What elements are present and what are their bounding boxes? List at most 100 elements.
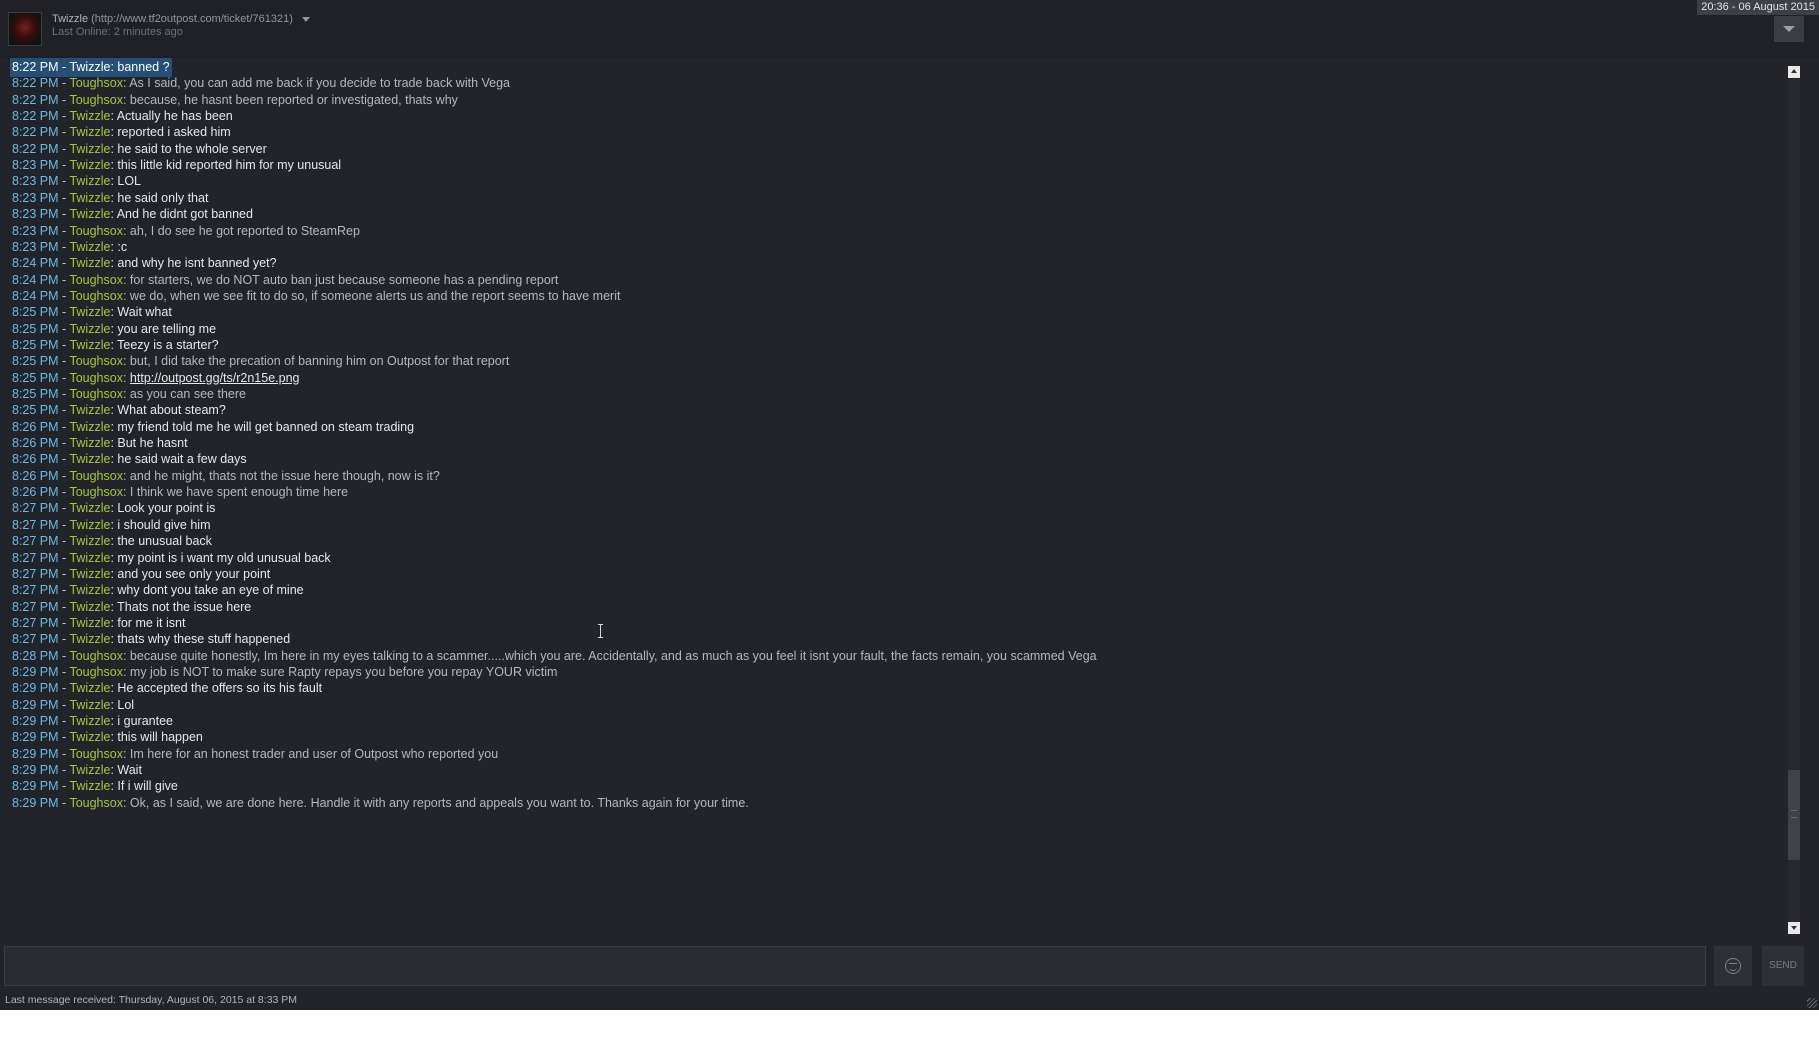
- message-timestamp: 8:28 PM: [12, 648, 59, 663]
- message-text: :: [122, 370, 130, 385]
- message-text: : as you can see there: [122, 387, 246, 401]
- message-timestamp: 8:27 PM: [12, 615, 59, 630]
- message-sender[interactable]: Twizzle: [69, 338, 110, 352]
- message-sender[interactable]: Twizzle: [69, 158, 110, 172]
- send-button[interactable]: SEND: [1762, 946, 1804, 986]
- message-sender[interactable]: Twizzle: [69, 60, 110, 74]
- message-sender[interactable]: Twizzle: [69, 616, 110, 630]
- message-sender[interactable]: Twizzle: [69, 207, 110, 221]
- scroll-thumb[interactable]: [1788, 770, 1800, 860]
- message-sender[interactable]: Twizzle: [69, 501, 110, 515]
- message-timestamp: 8:29 PM: [12, 763, 59, 778]
- message-sender[interactable]: Twizzle: [69, 632, 110, 646]
- chat-input-bar: SEND: [0, 938, 1819, 990]
- message-sender[interactable]: Twizzle: [69, 191, 110, 205]
- message-text: : because, he hasnt been reported or inv…: [122, 92, 458, 107]
- message-sender[interactable]: Twizzle: [69, 518, 110, 532]
- message-sender[interactable]: Twizzle: [69, 763, 110, 777]
- message-text: : but, I did take the precation of banni…: [122, 354, 510, 369]
- message-sender[interactable]: Twizzle: [69, 452, 110, 466]
- message-text: : for me it isnt: [110, 615, 186, 630]
- chat-log[interactable]: 8:22 PM - Twizzle: banned ? 8:22 PM - Tou…: [0, 58, 1785, 938]
- message-sender[interactable]: Twizzle: [69, 403, 110, 417]
- message-timestamp: 8:22 PM: [12, 60, 59, 74]
- message-sender[interactable]: Twizzle: [69, 305, 110, 319]
- message-timestamp: 8:23 PM: [12, 158, 59, 173]
- message-separator: -: [58, 681, 70, 696]
- message-sender[interactable]: Twizzle: [69, 730, 110, 744]
- message-sender[interactable]: Toughsox: [69, 354, 123, 368]
- message-sender[interactable]: Twizzle: [69, 583, 110, 597]
- chevron-down-icon[interactable]: [1774, 16, 1804, 42]
- message-text: : And he didnt got banned: [110, 207, 253, 222]
- message-timestamp: 8:26 PM: [12, 419, 59, 434]
- message-timestamp: 8:25 PM: [12, 387, 59, 401]
- message-text: : and he might, thats not the issue here…: [122, 468, 440, 483]
- message-sender[interactable]: Toughsox: [69, 665, 123, 679]
- message-sender[interactable]: Twizzle: [69, 600, 110, 614]
- message-sender[interactable]: Toughsox: [69, 273, 123, 287]
- message-timestamp: 8:23 PM: [12, 207, 59, 222]
- chat-message-input[interactable]: [4, 946, 1706, 986]
- message-sender[interactable]: Twizzle: [69, 420, 110, 434]
- message-separator: -: [58, 158, 70, 173]
- friend-avatar[interactable]: [8, 12, 42, 46]
- message-timestamp: 8:29 PM: [12, 697, 59, 712]
- message-separator: -: [58, 763, 70, 778]
- message-sender[interactable]: Twizzle: [69, 436, 110, 450]
- message-separator: -: [58, 566, 70, 581]
- message-timestamp: 8:23 PM: [12, 239, 59, 254]
- message-sender[interactable]: Twizzle: [69, 534, 110, 548]
- message-text: : for starters, we do NOT auto ban just …: [122, 272, 559, 287]
- message-sender[interactable]: Twizzle: [69, 322, 110, 336]
- message-sender[interactable]: Toughsox: [69, 76, 123, 90]
- scroll-down-arrow-icon[interactable]: [1788, 922, 1800, 934]
- message-separator: -: [58, 288, 70, 303]
- message-separator: -: [58, 615, 70, 630]
- message-timestamp: 8:22 PM: [12, 141, 59, 156]
- message-text: : he said only that: [110, 190, 209, 205]
- message-text: : my point is i want my old unusual back: [110, 550, 331, 565]
- message-sender[interactable]: Twizzle: [69, 567, 110, 581]
- emoticon-button[interactable]: [1714, 946, 1752, 986]
- message-timestamp: 8:22 PM: [12, 92, 59, 107]
- message-link[interactable]: http://outpost.gg/ts/r2n15e.png: [130, 371, 300, 385]
- message-sender[interactable]: Twizzle: [69, 714, 110, 728]
- friend-name[interactable]: Twizzle (http://www.tf2outpost.com/ticke…: [52, 13, 310, 25]
- message-timestamp: 8:24 PM: [12, 256, 59, 271]
- message-sender[interactable]: Toughsox: [69, 649, 123, 663]
- message-sender[interactable]: Twizzle: [69, 174, 110, 188]
- message-sender[interactable]: Toughsox: [69, 387, 123, 401]
- message-sender[interactable]: Twizzle: [69, 125, 110, 139]
- message-sender[interactable]: Toughsox: [69, 747, 123, 761]
- message-text: : why dont you take an eye of mine: [110, 583, 304, 598]
- resize-grip-icon[interactable]: [1807, 998, 1817, 1008]
- message-sender[interactable]: Toughsox: [69, 371, 123, 385]
- message-text: : i gurantee: [110, 714, 173, 728]
- message-timestamp: 8:25 PM: [12, 337, 59, 352]
- message-sender[interactable]: Toughsox: [69, 289, 123, 303]
- caret-down-icon[interactable]: [301, 16, 310, 22]
- message-timestamp: 8:29 PM: [12, 681, 59, 696]
- message-sender[interactable]: Twizzle: [69, 681, 110, 695]
- message-sender[interactable]: Toughsox: [69, 485, 123, 499]
- message-sender[interactable]: Twizzle: [69, 109, 110, 123]
- scroll-up-arrow-icon[interactable]: [1788, 66, 1800, 78]
- chat-scrollbar[interactable]: [1785, 66, 1803, 936]
- message-separator: -: [58, 583, 70, 598]
- message-sender[interactable]: Toughsox: [69, 93, 123, 107]
- message-sender[interactable]: Toughsox: [69, 224, 123, 238]
- message-sender[interactable]: Twizzle: [69, 551, 110, 565]
- message-text: : the unusual back: [110, 534, 212, 549]
- message-sender[interactable]: Twizzle: [69, 142, 110, 156]
- message-text: : Look your point is: [110, 501, 216, 516]
- message-text: : Lol: [110, 697, 135, 712]
- message-sender[interactable]: Toughsox: [69, 796, 123, 810]
- message-sender[interactable]: Toughsox: [69, 469, 123, 483]
- message-separator: -: [58, 239, 70, 254]
- message-sender[interactable]: Twizzle: [69, 256, 110, 270]
- message-text: : Wait what: [110, 305, 172, 320]
- message-sender[interactable]: Twizzle: [69, 698, 110, 712]
- message-sender[interactable]: Twizzle: [69, 779, 110, 793]
- message-sender[interactable]: Twizzle: [69, 240, 110, 254]
